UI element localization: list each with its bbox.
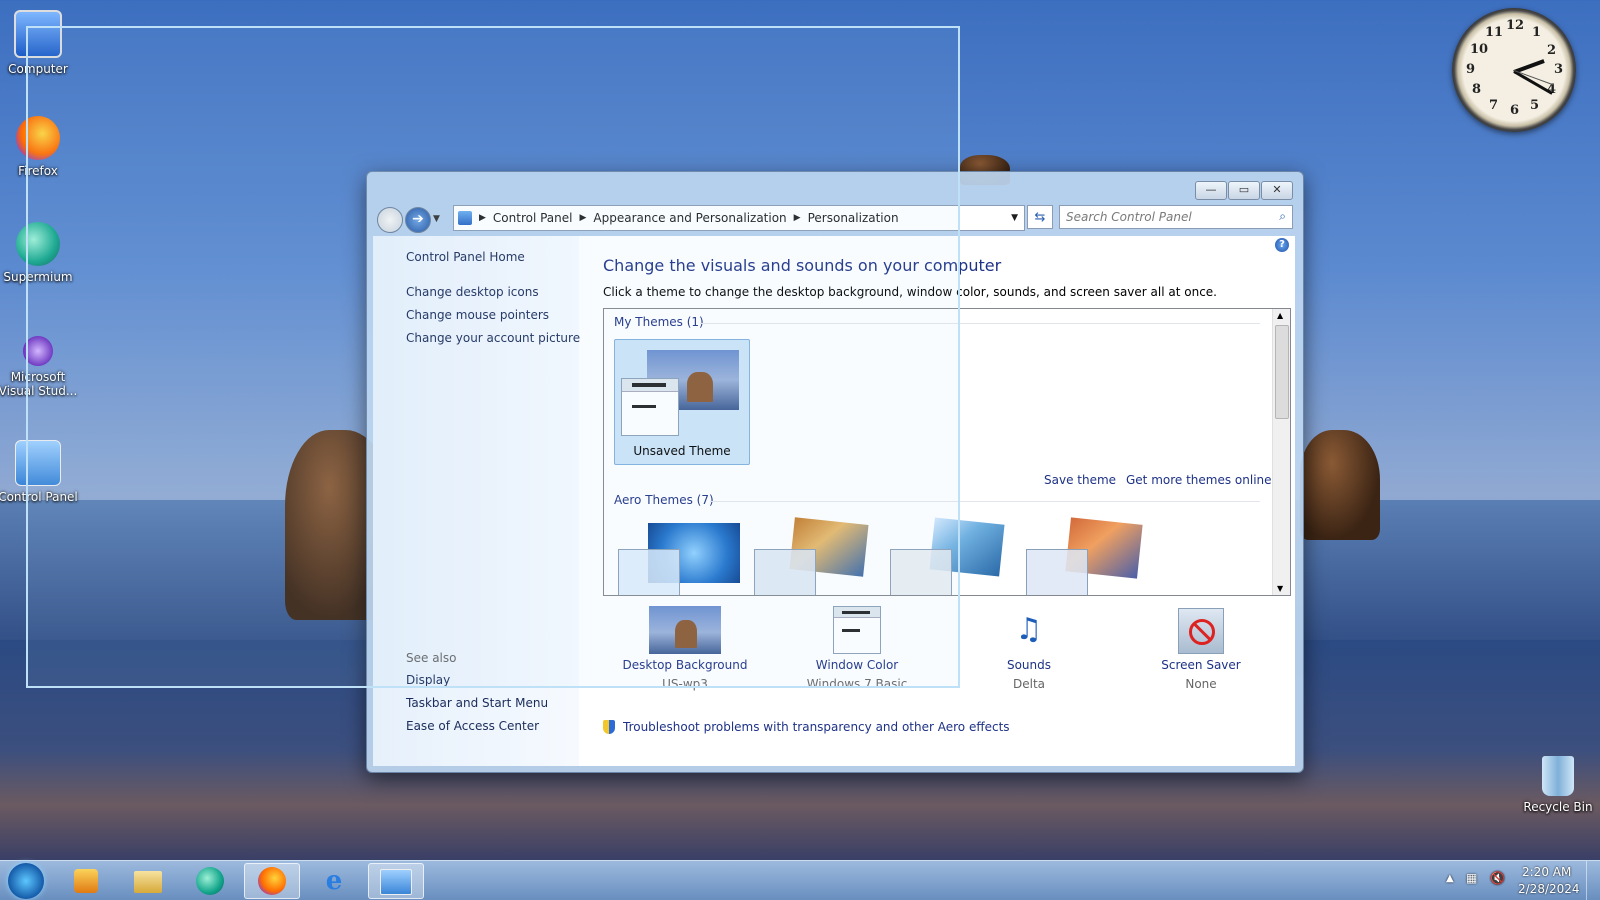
help-icon[interactable]: ?: [1275, 238, 1289, 252]
refresh-icon[interactable]: ⇆: [1027, 205, 1053, 229]
clock-number: 2: [1547, 43, 1557, 58]
aero-theme-landscapes[interactable]: [1024, 517, 1149, 595]
sounds-item[interactable]: ♫ Sounds Delta: [954, 606, 1104, 691]
sounds-value: Delta: [1012, 677, 1045, 691]
clock-number: 10: [1470, 42, 1489, 57]
troubleshoot-aero-link[interactable]: Troubleshoot problems with transparency …: [623, 720, 1010, 734]
taskbar-control-panel[interactable]: [368, 863, 424, 899]
chevron-down-icon[interactable]: ▼: [1011, 213, 1018, 223]
clock-number: 11: [1485, 25, 1504, 40]
clock-number: 7: [1489, 98, 1499, 113]
control-panel-icon: [380, 869, 412, 895]
taskbar-start-menu-link[interactable]: Taskbar and Start Menu: [406, 696, 548, 710]
volume-muted-icon[interactable]: 🔇: [1490, 871, 1505, 885]
wallpaper-rock: [1300, 430, 1380, 540]
search-placeholder: Search Control Panel: [1066, 210, 1192, 224]
sounds-label[interactable]: Sounds: [954, 658, 1104, 672]
screen-saver-label[interactable]: Screen Saver: [1126, 658, 1276, 672]
sounds-icon: ♫: [1015, 612, 1043, 647]
internet-explorer-icon: e: [325, 866, 343, 896]
folder-icon: [134, 871, 162, 893]
clock-number: 5: [1530, 98, 1540, 113]
maximize-button[interactable]: ▭: [1228, 181, 1260, 200]
scroll-thumb[interactable]: [1275, 325, 1289, 419]
taskbar-firefox[interactable]: [244, 863, 300, 899]
ease-of-access-link[interactable]: Ease of Access Center: [406, 719, 539, 733]
scroll-up-arrow[interactable]: ▲: [1277, 311, 1283, 320]
clock-number: 1: [1532, 25, 1542, 40]
desktop-icon-recycle-bin[interactable]: Recycle Bin: [1518, 756, 1598, 814]
search-icon[interactable]: ⌕: [1279, 209, 1286, 224]
show-hidden-icons-button[interactable]: ▲: [1446, 873, 1454, 884]
taskbar-explorer[interactable]: [120, 863, 176, 899]
taskbar-internet-explorer[interactable]: e: [306, 863, 362, 899]
clock-number: 12: [1506, 18, 1525, 33]
themes-scrollbar[interactable]: ▲ ▼: [1272, 309, 1290, 595]
screen-saver-icon: [1178, 608, 1224, 654]
desktop-selection-rectangle: [26, 26, 960, 688]
save-theme-link[interactable]: Save theme: [1044, 473, 1116, 487]
taskbar-media-player[interactable]: [58, 863, 114, 899]
clock-number: 8: [1472, 82, 1482, 97]
firefox-icon: [258, 867, 286, 895]
show-desktop-button[interactable]: [1586, 861, 1600, 900]
recycle-bin-icon: [1542, 756, 1574, 796]
clock-number: 6: [1510, 103, 1520, 118]
media-player-icon: [74, 869, 98, 893]
screen-saver-value: None: [1185, 677, 1217, 691]
clock-gadget[interactable]: 12 1 2 3 4 5 6 7 8 9 10 11: [1452, 8, 1576, 132]
taskbar: e ▲ ▦ 🔇 2:20 AM 2/28/2024: [0, 860, 1600, 900]
desktop-icon-label: Recycle Bin: [1523, 800, 1593, 814]
start-button[interactable]: [8, 863, 44, 899]
clock-date[interactable]: 2/28/2024: [1518, 882, 1580, 896]
supermium-icon: [196, 867, 224, 895]
screen-saver-item[interactable]: Screen Saver None: [1126, 606, 1276, 691]
get-more-themes-link[interactable]: Get more themes online: [1126, 473, 1272, 487]
close-button[interactable]: ✕: [1261, 181, 1293, 200]
clock-number: 3: [1554, 62, 1564, 77]
search-input[interactable]: Search Control Panel ⌕: [1059, 205, 1293, 229]
network-icon[interactable]: ▦: [1466, 871, 1477, 885]
clock-number: 9: [1466, 62, 1476, 77]
clock-time[interactable]: 2:20 AM: [1522, 865, 1571, 879]
shield-icon: [603, 720, 615, 734]
minimize-button[interactable]: —: [1195, 181, 1227, 200]
scroll-down-arrow[interactable]: ▼: [1277, 584, 1283, 593]
taskbar-supermium[interactable]: [182, 863, 238, 899]
